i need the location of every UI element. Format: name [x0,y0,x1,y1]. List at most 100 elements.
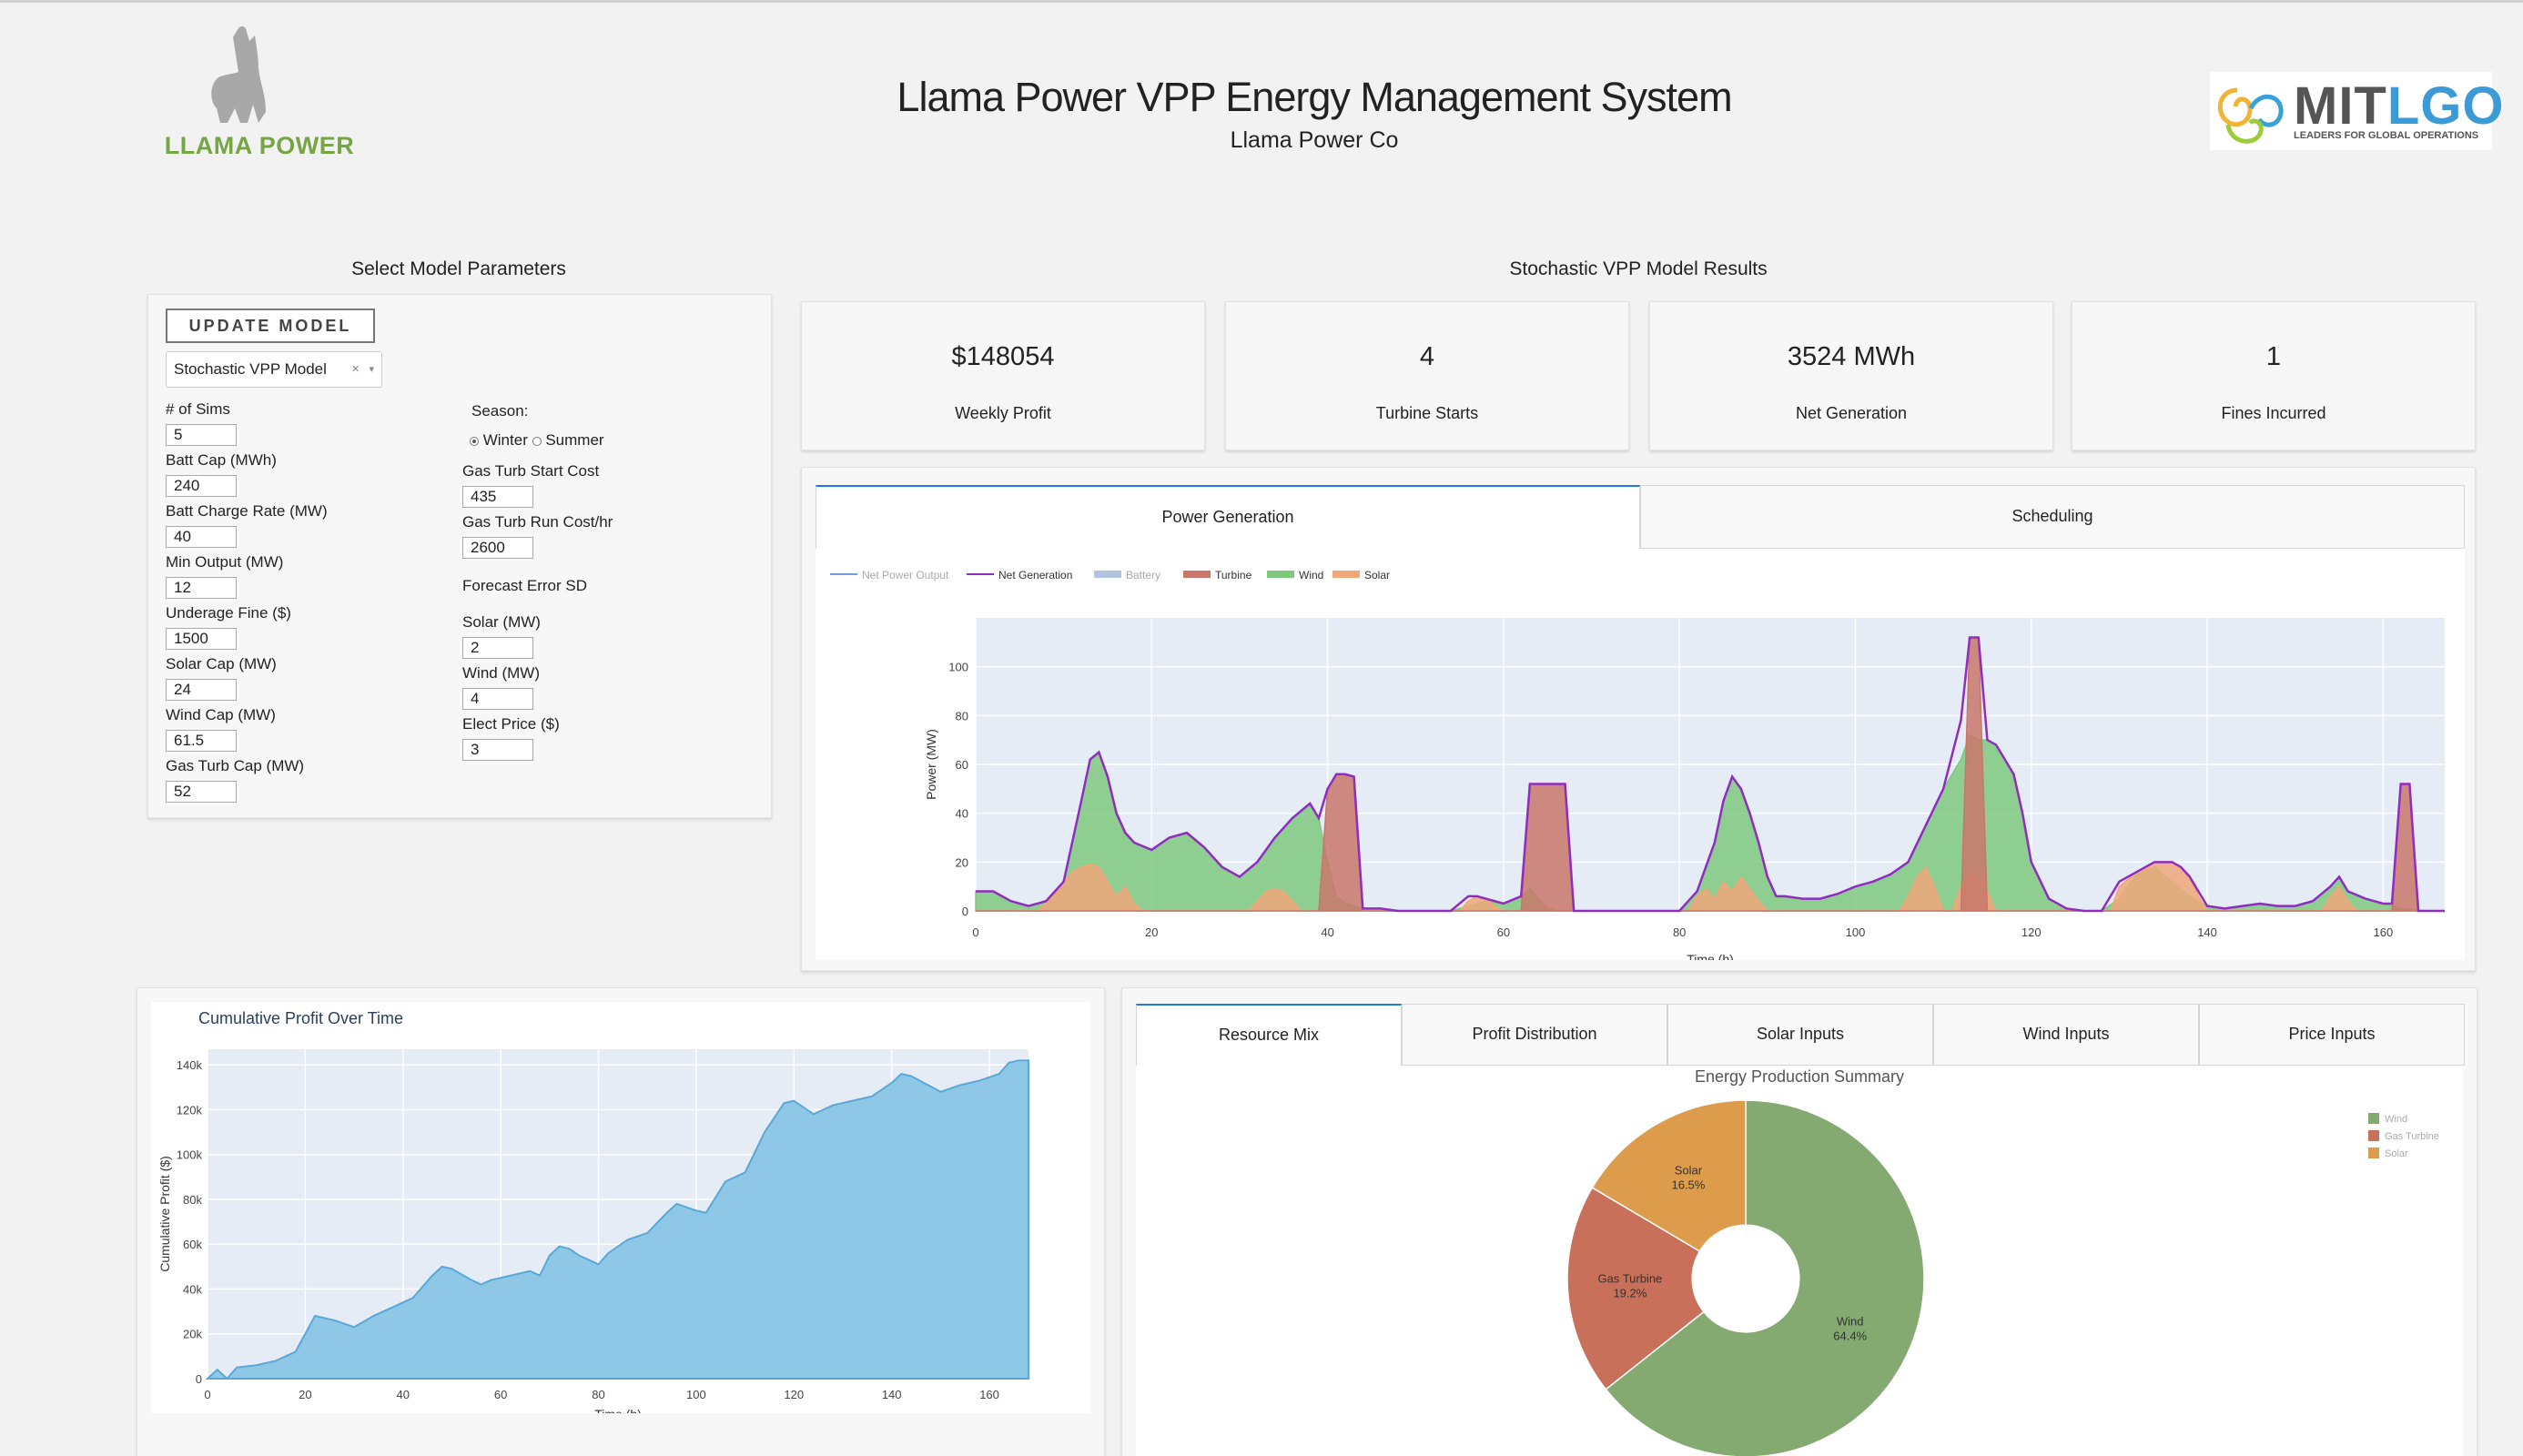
tab-solar-inputs[interactable]: Solar Inputs [1667,1004,1933,1066]
legend-label: Battery [1126,569,1160,581]
profit-chart-area: Cumulative Profit Over Time 0 20 40 60 80 100 1… [151,1002,1090,1421]
mitlgo-logo: MITLGO LEADERS FOR GLOBAL OPERATIONS [2210,72,2504,150]
forecast-label: Wind (MW) [462,664,540,682]
param-label: Gas Turb Cap (MW) [166,757,305,774]
legend-item[interactable]: Gas Turbine [2368,1130,2439,1142]
power-chart-area: 0 20 40 60 80 100 120 140 160 0 20 40 60 80 100 Time (h… [816,549,2465,966]
param-label: Batt Charge Rate (MW) [166,502,328,520]
slice-label: Gas Turbine [1597,1272,1662,1286]
legend-label: Wind [1299,569,1323,581]
y-tick-label: 100 [948,661,968,674]
season-radio-winter[interactable] [470,436,479,446]
tab-profit-distribution[interactable]: Profit Distribution [1402,1004,1667,1066]
param-input[interactable]: 61.5 [166,730,237,752]
legend-swatch [1332,571,1360,578]
legend-swatch [2368,1148,2379,1158]
legend-item[interactable]: Turbine [1183,569,1252,581]
legend-item[interactable]: Battery [1094,569,1160,581]
power-generation-chart: 0 20 40 60 80 100 120 140 160 0 20 40 60 80 100 Time (h… [830,569,2445,966]
forecast-error-label: Forecast Error SD [462,577,587,594]
y-tick-label: 60 [956,758,968,772]
kpi-value: 1 [2265,342,2282,371]
pie-chart-area: Energy Production Summary Wind 64.4% Gas Tu… [1136,1066,2463,1456]
x-tick-label: 60 [1497,925,1510,939]
legend-label: Solar [2385,1148,2408,1159]
kpi-card: $148054 Weekly Profit [801,301,1205,450]
legend-item[interactable]: Net Power Output [830,569,949,581]
legend-item[interactable]: Wind [2368,1113,2407,1125]
param-input[interactable]: 435 [462,486,533,508]
x-tick-label: 140 [882,1388,902,1401]
x-tick-label: 120 [784,1388,804,1401]
forecast-input[interactable]: 2 [462,637,533,659]
x-tick-label: 80 [592,1388,604,1401]
legend-item[interactable]: Solar [2368,1148,2408,1159]
model-select[interactable]: Stochastic VPP Model × ▾ [166,351,382,388]
y-tick-label: 0 [196,1372,202,1386]
slice-label: Wind [1837,1314,1864,1328]
slice-percent: 19.2% [1613,1287,1647,1300]
x-tick-label: 20 [1145,925,1158,939]
forecast-label: Elect Price ($) [462,715,560,733]
param-input[interactable]: 1500 [166,628,237,650]
y-tick-label: 140k [177,1058,203,1072]
forecast-input[interactable]: 4 [462,688,533,710]
param-label: # of Sims [166,400,230,418]
kpi-card: 1 Fines Incurred [2072,301,2476,450]
swirl-icon [2217,87,2284,144]
legend-swatch [1267,571,1294,578]
season-option-winter: Winter [482,431,528,449]
param-input[interactable]: 52 [166,781,237,803]
param-label: Batt Cap (MWh) [166,451,277,469]
update-model-button[interactable]: UPDATE MODEL [166,308,375,343]
logo-wordmark: MITLGO [2294,76,2505,136]
y-tick-label: 80k [183,1193,202,1207]
x-tick-label: 0 [204,1388,210,1401]
legend-item[interactable]: Net Generation [967,569,1072,581]
season-radio-summer[interactable] [532,436,542,446]
chart-title: Cumulative Profit Over Time [198,1009,403,1027]
tab-scheduling[interactable]: Scheduling [1640,485,2465,549]
param-input[interactable]: 2600 [462,537,533,559]
kpi-value: 4 [1419,342,1435,371]
slice-percent: 16.5% [1671,1178,1705,1191]
param-input[interactable]: 240 [166,475,237,497]
forecast-input[interactable]: 3 [462,739,533,761]
legend-swatch [1094,571,1121,578]
kpi-value: 3524 MWh [1787,342,1916,371]
tab-power-generation[interactable]: Power Generation [816,485,1640,549]
param-label: Min Output (MW) [166,553,284,571]
kpi-card: 3524 MWh Net Generation [1649,301,2053,450]
season-label: Season: [471,402,529,420]
clear-icon[interactable]: × [351,352,360,387]
legend-swatch [1183,571,1211,578]
legend-label: Net Power Output [862,569,949,581]
params-title: Select Model Parameters [351,258,566,279]
param-input[interactable]: 5 [166,424,237,446]
tab-price-inputs[interactable]: Price Inputs [2199,1004,2465,1066]
y-tick-label: 80 [956,709,968,723]
brand-name: LLAMA POWER [164,132,355,159]
llama-icon [211,25,266,124]
y-tick-label: 40 [956,807,968,821]
x-tick-label: 140 [2197,925,2217,939]
x-axis-label: Time (h) [594,1407,642,1413]
legend-label: Wind [2385,1114,2407,1125]
tab-wind-inputs[interactable]: Wind Inputs [1933,1004,2199,1066]
param-input[interactable]: 12 [166,577,237,599]
legend-label: Net Generation [998,569,1072,581]
y-tick-label: 100k [177,1148,203,1162]
tab-resource-mix[interactable]: Resource Mix [1136,1004,1402,1066]
logo-tagline: LEADERS FOR GLOBAL OPERATIONS [2294,130,2479,141]
param-input[interactable]: 40 [166,526,237,548]
x-tick-label: 80 [1673,925,1686,939]
legend-item[interactable]: Solar [1332,569,1390,581]
x-tick-label: 0 [972,925,978,939]
x-tick-label: 20 [299,1388,311,1401]
chevron-down-icon[interactable]: ▾ [369,352,374,387]
legend-item[interactable]: Wind [1267,569,1323,581]
param-label: Gas Turb Run Cost/hr [462,513,613,531]
param-input[interactable]: 24 [166,679,237,701]
model-select-value: Stochastic VPP Model [174,360,327,378]
kpi-label: Weekly Profit [955,404,1051,422]
